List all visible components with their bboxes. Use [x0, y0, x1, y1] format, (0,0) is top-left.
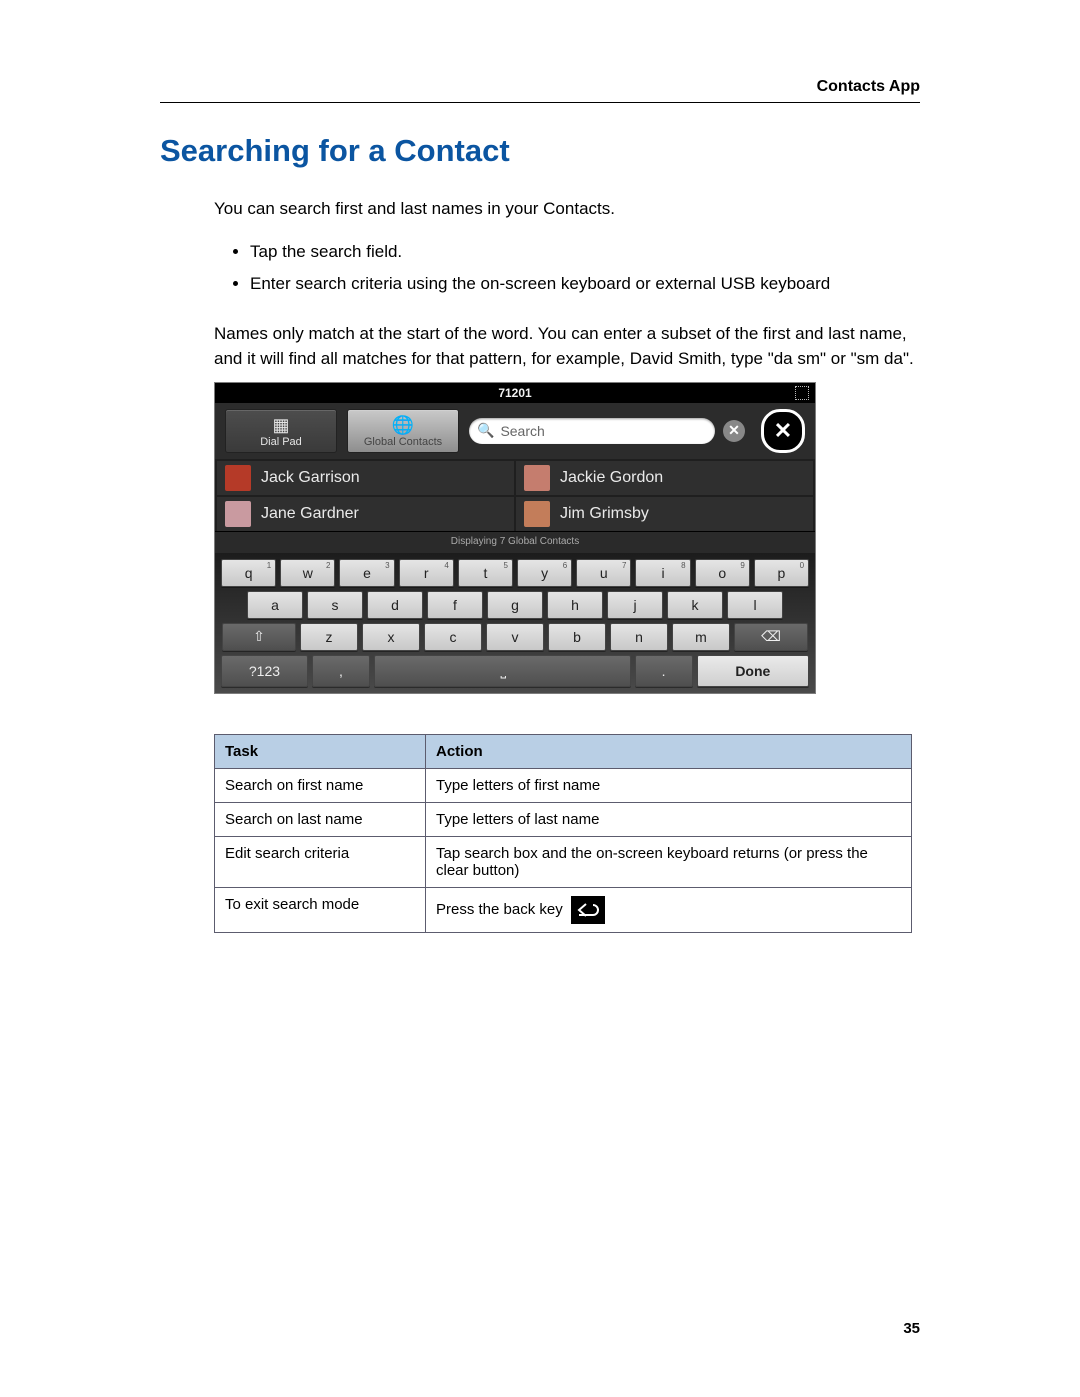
action-text: Press the back key: [436, 900, 563, 917]
key-s[interactable]: s: [307, 591, 363, 619]
key-comma[interactable]: ,: [312, 655, 370, 687]
key-f[interactable]: f: [427, 591, 483, 619]
key-t[interactable]: t5: [458, 559, 513, 587]
contacts-grid: Jack Garrison Jackie Gordon Jane Gardner…: [215, 459, 815, 531]
key-o[interactable]: o9: [695, 559, 750, 587]
key-period[interactable]: .: [635, 655, 693, 687]
contact-row[interactable]: Jim Grimsby: [516, 497, 813, 531]
action-cell: Type letters of last name: [426, 802, 912, 836]
task-cell: Search on first name: [215, 768, 426, 802]
page-title: Searching for a Contact: [160, 133, 920, 169]
intro-text: You can search first and last names in y…: [214, 197, 920, 222]
key-a[interactable]: a: [247, 591, 303, 619]
kb-row1: q1 w2 e3 r4 t5 y6 u7 i8 o9 p0: [221, 559, 809, 587]
header-rule: [160, 102, 920, 103]
avatar: [225, 501, 251, 527]
contact-row[interactable]: Jack Garrison: [217, 461, 514, 495]
header-section: Contacts App: [160, 78, 920, 96]
key-m[interactable]: m: [672, 623, 730, 651]
key-space[interactable]: ⎵: [374, 655, 631, 687]
kb-row2: a s d f g h j k l: [221, 591, 809, 619]
device-screenshot: 71201 ▦ Dial Pad 🌐 Global Contacts 🔍 Sea…: [214, 382, 816, 694]
key-backspace[interactable]: ⌫: [734, 623, 808, 651]
page-number: 35: [903, 1320, 920, 1337]
onscreen-keyboard: q1 w2 e3 r4 t5 y6 u7 i8 o9 p0 a s d f g …: [215, 553, 815, 693]
key-d[interactable]: d: [367, 591, 423, 619]
spacebar-icon: ⎵: [500, 662, 504, 679]
table-row: To exit search mode Press the back key: [215, 887, 912, 932]
contact-row[interactable]: Jackie Gordon: [516, 461, 813, 495]
key-w[interactable]: w2: [280, 559, 335, 587]
search-placeholder: Search: [500, 423, 544, 439]
key-n[interactable]: n: [610, 623, 668, 651]
task-cell: To exit search mode: [215, 887, 426, 932]
tab-dialpad[interactable]: ▦ Dial Pad: [225, 409, 337, 453]
key-shift[interactable]: ⇧: [222, 623, 296, 651]
key-x[interactable]: x: [362, 623, 420, 651]
col-action: Action: [426, 734, 912, 768]
table-row: Edit search criteria Tap search box and …: [215, 836, 912, 887]
avatar: [225, 465, 251, 491]
key-i[interactable]: i8: [635, 559, 690, 587]
key-j[interactable]: j: [607, 591, 663, 619]
key-p[interactable]: p0: [754, 559, 809, 587]
status-number: 71201: [498, 386, 531, 400]
key-q[interactable]: q1: [221, 559, 276, 587]
note-text: Names only match at the start of the wor…: [214, 322, 920, 371]
key-z[interactable]: z: [300, 623, 358, 651]
tab-label: Global Contacts: [348, 436, 458, 448]
avatar: [524, 465, 550, 491]
backspace-icon: ⌫: [761, 628, 781, 645]
close-button[interactable]: ✕: [761, 409, 805, 453]
key-y[interactable]: y6: [517, 559, 572, 587]
action-cell: Tap search box and the on-screen keyboar…: [426, 836, 912, 887]
key-v[interactable]: v: [486, 623, 544, 651]
search-input[interactable]: 🔍 Search: [469, 418, 715, 444]
fullscreen-icon: [795, 386, 809, 400]
tab-global-contacts[interactable]: 🌐 Global Contacts: [347, 409, 459, 453]
contact-name: Jane Gardner: [261, 505, 359, 523]
key-c[interactable]: c: [424, 623, 482, 651]
key-b[interactable]: b: [548, 623, 606, 651]
contact-name: Jackie Gordon: [560, 469, 663, 487]
contact-name: Jim Grimsby: [560, 505, 649, 523]
search-icon: 🔍: [477, 422, 494, 439]
col-task: Task: [215, 734, 426, 768]
action-cell: Type letters of first name: [426, 768, 912, 802]
action-cell: Press the back key: [426, 887, 912, 932]
contact-name: Jack Garrison: [261, 469, 360, 487]
tab-label: Dial Pad: [226, 436, 336, 448]
key-u[interactable]: u7: [576, 559, 631, 587]
avatar: [524, 501, 550, 527]
task-cell: Search on last name: [215, 802, 426, 836]
kb-row4: ?123 , ⎵ . Done: [221, 655, 809, 687]
contact-row[interactable]: Jane Gardner: [217, 497, 514, 531]
status-bar: 71201: [215, 383, 815, 403]
key-g[interactable]: g: [487, 591, 543, 619]
bullet-item: Tap the search field.: [250, 236, 920, 268]
key-e[interactable]: e3: [339, 559, 394, 587]
task-table: Task Action Search on first name Type le…: [214, 734, 912, 933]
key-r[interactable]: r4: [399, 559, 454, 587]
instruction-list: Tap the search field. Enter search crite…: [250, 236, 920, 301]
table-row: Search on last name Type letters of last…: [215, 802, 912, 836]
clear-search-button[interactable]: ✕: [723, 420, 745, 442]
result-count-label: Displaying 7 Global Contacts: [215, 531, 815, 553]
globe-icon: 🌐: [348, 416, 458, 434]
shift-icon: ⇧: [253, 628, 265, 645]
dialpad-icon: ▦: [226, 416, 336, 434]
key-l[interactable]: l: [727, 591, 783, 619]
key-done[interactable]: Done: [697, 655, 809, 687]
tab-row: ▦ Dial Pad 🌐 Global Contacts 🔍 Search ✕ …: [215, 403, 815, 459]
table-row: Search on first name Type letters of fir…: [215, 768, 912, 802]
bullet-item: Enter search criteria using the on-scree…: [250, 268, 920, 300]
back-key-icon: [571, 896, 605, 924]
key-k[interactable]: k: [667, 591, 723, 619]
key-symbols[interactable]: ?123: [221, 655, 308, 687]
key-h[interactable]: h: [547, 591, 603, 619]
kb-row3: ⇧ z x c v b n m ⌫: [221, 623, 809, 651]
task-cell: Edit search criteria: [215, 836, 426, 887]
